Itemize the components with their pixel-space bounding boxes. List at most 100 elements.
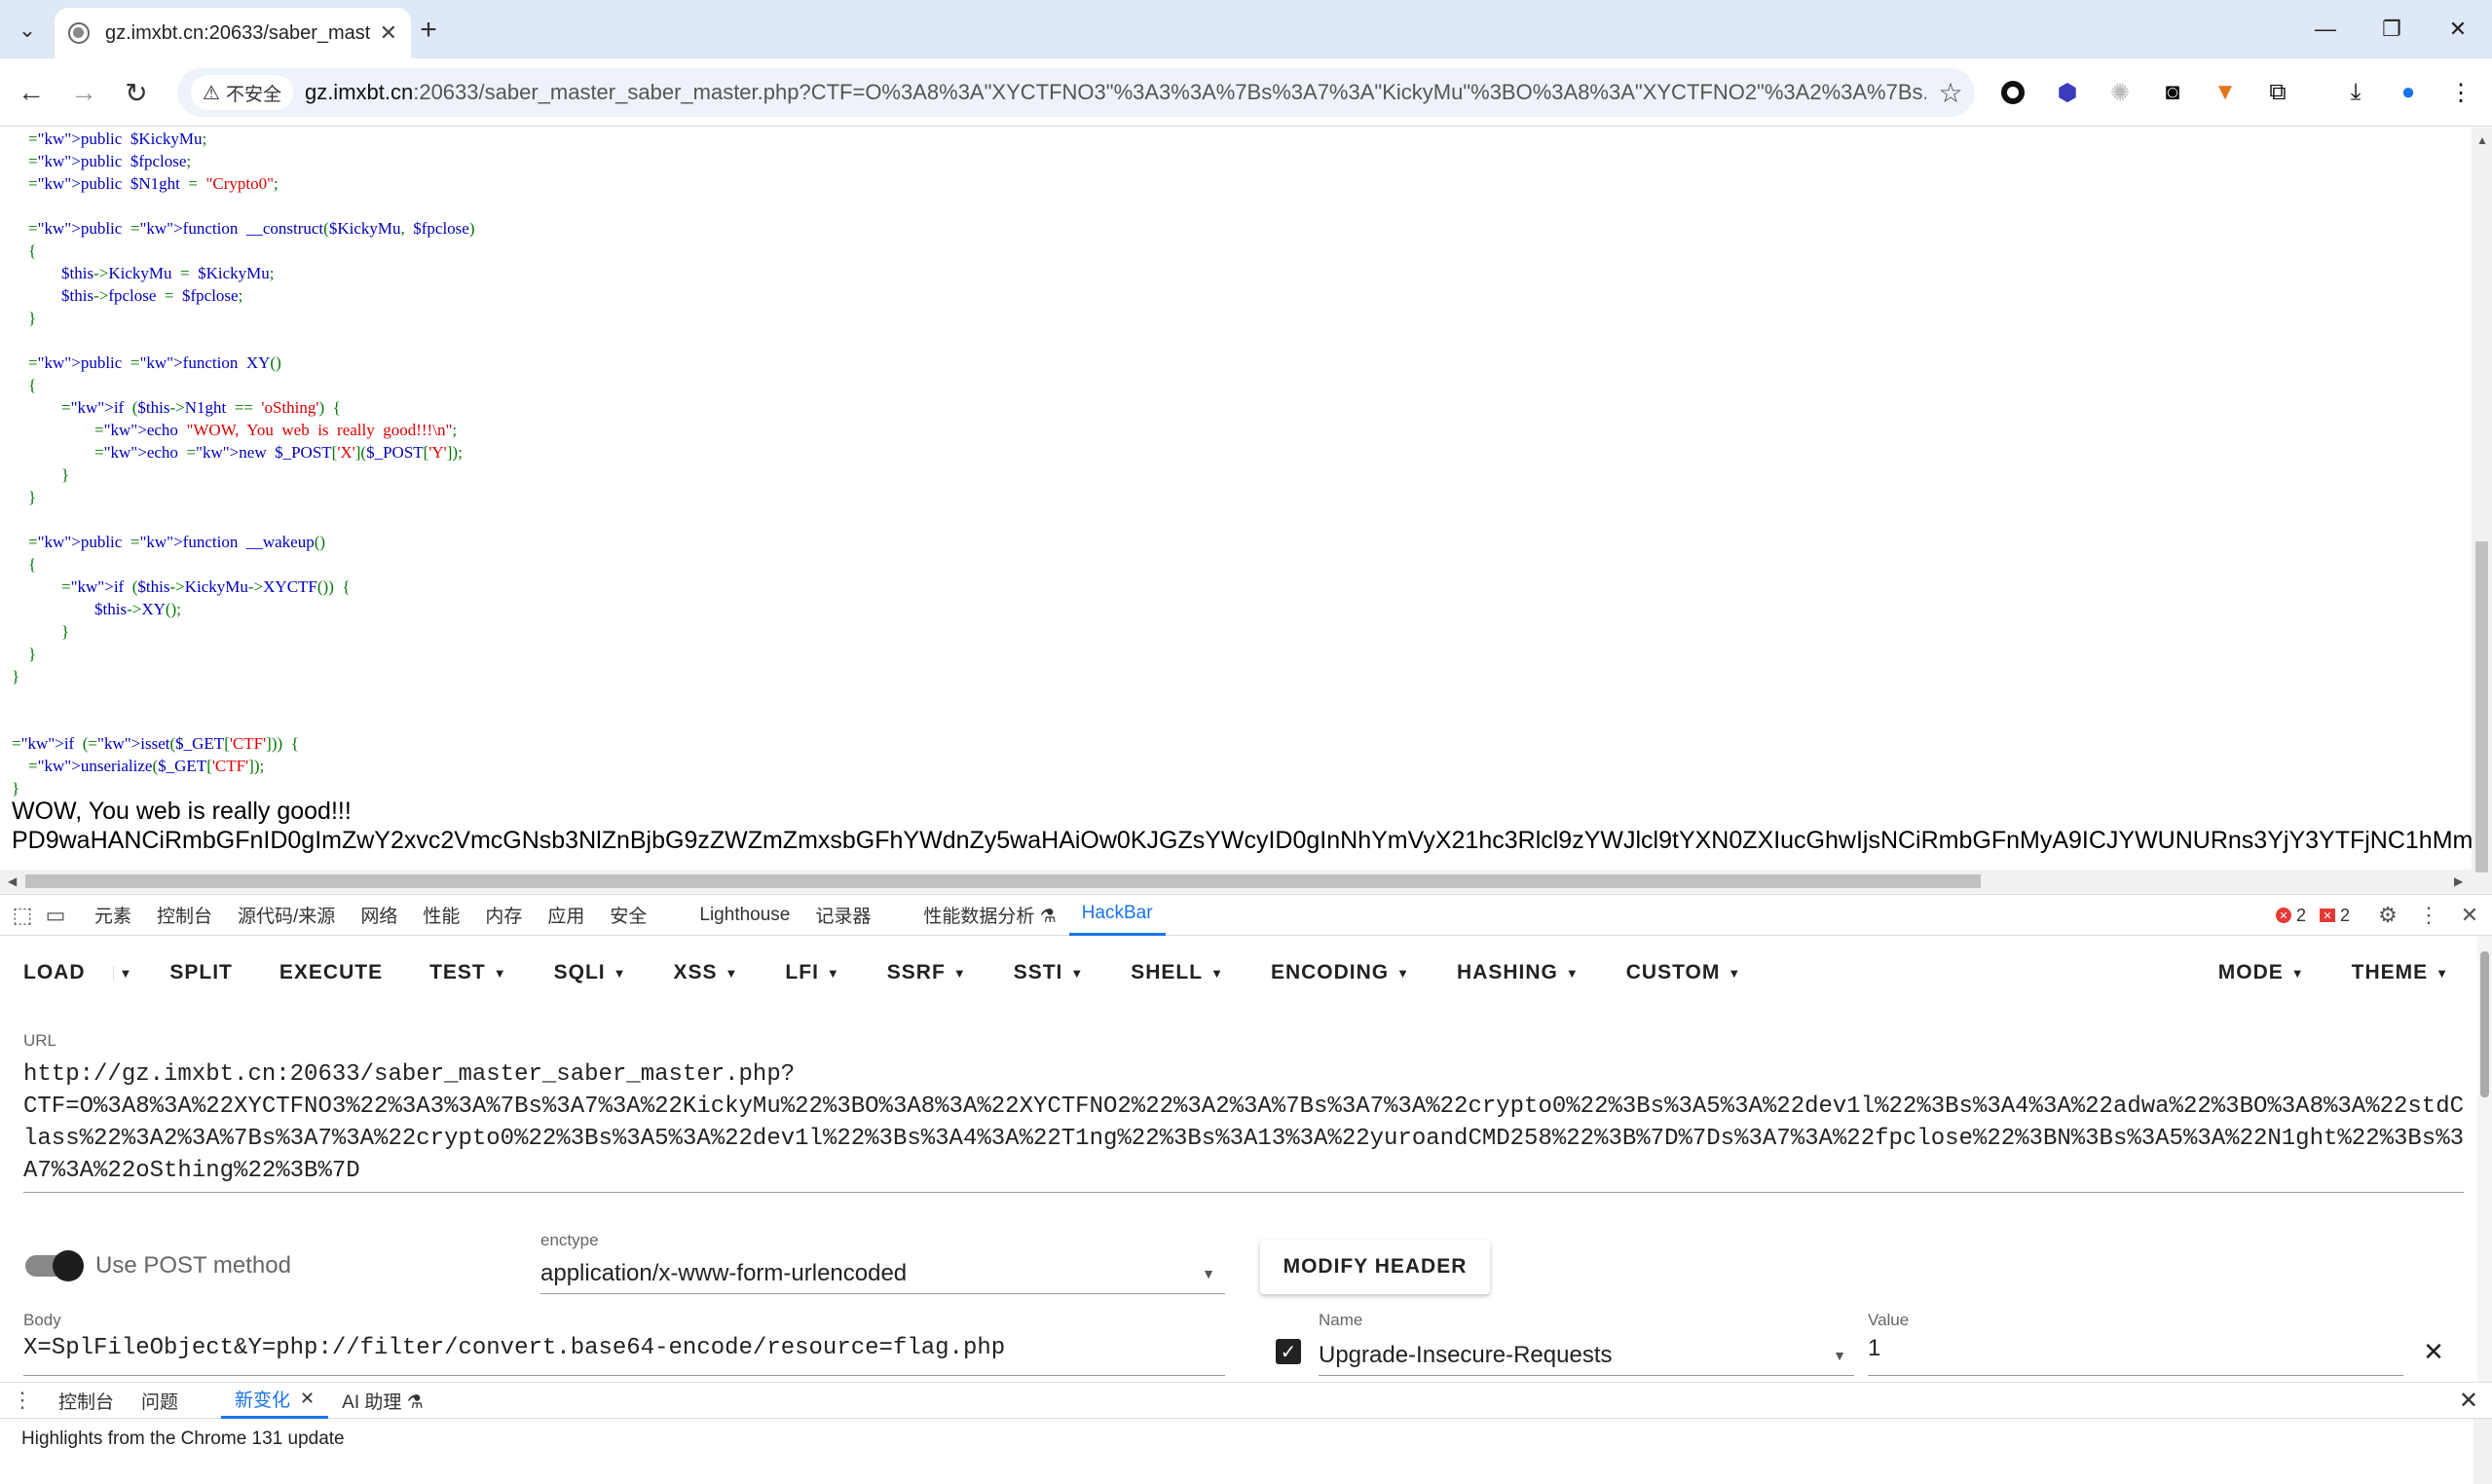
devtools-close-icon[interactable]: ✕ (2453, 899, 2486, 932)
hackbar-menu-label: HASHING (1457, 961, 1558, 983)
hackbar-load-button[interactable]: LOAD ▼ (0, 961, 146, 984)
devtools-tab-9[interactable]: 记录器 (802, 895, 883, 936)
devtools-tab-8[interactable]: Lighthouse (687, 895, 802, 936)
url-text[interactable]: gz.imxbt.cn:20633/saber_master_saber_mas… (305, 80, 1926, 105)
hackbar-execute-button[interactable]: EXECUTE (256, 961, 406, 984)
tab-close-icon[interactable]: ✕ (380, 20, 397, 46)
hackbar-menu-label: SQLI (553, 961, 606, 983)
drawer-tab-0[interactable]: 控制台 (45, 1382, 128, 1419)
security-label: 不安全 (225, 84, 281, 105)
bookmark-star-icon[interactable]: ☆ (1926, 77, 1975, 109)
header-name-select[interactable]: Upgrade-Insecure-Requests ▼ (1319, 1335, 1854, 1376)
issue-count: 2 (2339, 905, 2350, 925)
devtools-status-area: ✕ 2 ✕ 2 ⚙ ⋮ ✕ (2275, 895, 2492, 936)
modify-header-button[interactable]: MODIFY HEADER (1260, 1240, 1490, 1294)
code-line: { (28, 376, 37, 394)
download-icon[interactable]: ⤓ (2339, 76, 2372, 109)
code-line: ="kw">public ="kw">function __construct(… (28, 219, 475, 238)
issue-count-badge[interactable]: ✕ 2 (2319, 905, 2350, 926)
drawer-close-icon[interactable]: ✕ (2459, 1387, 2478, 1415)
devtools-tab-6[interactable]: 应用 (535, 895, 597, 936)
reload-icon[interactable]: ↻ (117, 73, 156, 112)
extension-circle-icon[interactable] (1996, 76, 2029, 109)
scroll-left-arrow-icon[interactable]: ◀ (8, 874, 17, 888)
devtools-tab-hackbar[interactable]: HackBar (1068, 895, 1166, 936)
chevron-down-icon: ▼ (1833, 1347, 1846, 1363)
security-chip[interactable]: ⚠ 不安全 (191, 75, 293, 110)
post-body-input[interactable]: X=SplFileObject&Y=php://filter/convert.b… (23, 1335, 1225, 1376)
remove-header-close-icon[interactable]: ✕ (2419, 1337, 2448, 1366)
minimize-icon[interactable]: — (2296, 10, 2355, 49)
window-close-icon[interactable]: ✕ (2429, 10, 2487, 49)
browser-tab-active[interactable]: gz.imxbt.cn:20633/saber_master ✕ (55, 8, 411, 58)
code-line: $this->XY(); (12, 600, 181, 618)
back-arrow-icon[interactable]: ← (12, 73, 51, 112)
header-value-input[interactable]: 1 (1868, 1335, 2403, 1376)
hackbar-test-button[interactable]: TEST ▼ (406, 961, 531, 984)
maximize-icon[interactable]: ❐ (2362, 10, 2421, 49)
hackbar-url-input[interactable]: http://gz.imxbt.cn:20633/saber_master_sa… (23, 1058, 2464, 1193)
hackbar-encoding-button[interactable]: ENCODING ▼ (1247, 961, 1433, 984)
device-toolbar-icon[interactable]: ▭ (39, 899, 72, 932)
hackbar-hashing-button[interactable]: HASHING ▼ (1433, 961, 1603, 984)
address-bar[interactable]: ⚠ 不安全 gz.imxbt.cn:20633/saber_master_sab… (177, 68, 1975, 117)
settings-gear-icon[interactable]: ⚙ (2371, 899, 2404, 932)
drawer-tab-label: 控制台 (58, 1391, 115, 1413)
devtools-tab-5[interactable]: 内存 (472, 895, 535, 936)
devtools-tab-10[interactable]: 性能数据分析 ⚗ (911, 895, 1068, 936)
devtools-tab-3[interactable]: 网络 (348, 895, 410, 936)
hackbar-sqli-button[interactable]: SQLI ▼ (531, 961, 651, 984)
devtools-tab-1[interactable]: 控制台 (144, 895, 225, 936)
horizontal-scroll-thumb[interactable] (25, 874, 1981, 888)
profile-avatar-icon[interactable]: ● (2392, 76, 2425, 109)
new-tab-plus-icon[interactable]: + (409, 12, 448, 49)
drawer-tab-2[interactable]: 新变化 ✕ (221, 1382, 329, 1419)
post-method-toggle[interactable] (25, 1250, 84, 1281)
page-horizontal-scrollbar[interactable]: ◀ ▶ (0, 870, 2472, 893)
devtools-tab-2[interactable]: 源代码/来源 (225, 895, 348, 936)
issue-flag-icon: ✕ (2319, 909, 2335, 922)
devtools-more-icon[interactable]: ⋮ (2412, 899, 2445, 932)
drawer-menu-icon[interactable]: ⋮ (6, 1384, 39, 1417)
extensions-puzzle-icon[interactable]: ⧉ (2261, 76, 2294, 109)
devtools-tab-4[interactable]: 性能 (410, 895, 472, 936)
hackbar-xss-button[interactable]: XSS ▼ (651, 961, 762, 984)
hackbar-ssti-button[interactable]: SSTI ▼ (990, 961, 1108, 984)
hackbar-menu-label: SPLIT (169, 961, 233, 983)
scroll-up-arrow-icon[interactable]: ▲ (2476, 133, 2488, 147)
page-vertical-scrollbar[interactable]: ▲ (2472, 128, 2492, 893)
hackbar-scroll-thumb[interactable] (2480, 951, 2489, 1097)
error-count-badge[interactable]: ✕ 2 (2275, 906, 2306, 926)
devtools-tab-7[interactable]: 安全 (597, 895, 659, 936)
drawer-scrollbar[interactable] (2473, 1419, 2492, 1484)
extension-shield-badge-icon[interactable]: ⬢ (2051, 76, 2084, 109)
vertical-scroll-thumb[interactable] (2475, 541, 2488, 872)
hackbar-custom-button[interactable]: CUSTOM ▼ (1603, 961, 1766, 984)
hackbar-lfi-button[interactable]: LFI ▼ (762, 961, 863, 984)
chevron-down-icon: ▼ (1728, 965, 1742, 981)
more-menu-icon[interactable]: ⋮ (2444, 76, 2477, 109)
load-options-chevron-icon[interactable]: ▼ (112, 965, 133, 981)
forward-arrow-icon[interactable]: → (64, 73, 103, 112)
enctype-select[interactable]: application/x-www-form-urlencoded ▼ (540, 1253, 1225, 1294)
close-tab-icon[interactable]: ✕ (300, 1389, 315, 1409)
devtools-tab-0[interactable]: 元素 (82, 895, 144, 936)
extension-gear-icon[interactable]: ✺ (2103, 76, 2137, 109)
metamask-fox-icon[interactable]: ▼ (2209, 76, 2242, 109)
hackbar-ssrf-button[interactable]: SSRF ▼ (864, 961, 990, 984)
drawer-tab-1[interactable]: 问题 (128, 1382, 192, 1419)
hackbar-split-button[interactable]: SPLIT (146, 961, 256, 984)
hackbar-theme-button[interactable]: THEME ▼ (2328, 961, 2473, 984)
inspect-element-icon[interactable]: ⬚ (6, 899, 39, 932)
scroll-right-arrow-icon[interactable]: ▶ (2454, 874, 2463, 888)
tab-search-chevron-icon[interactable]: ⌄ (10, 13, 45, 48)
hackbar-menu-label: SSRF (886, 961, 946, 983)
hackbar-shell-button[interactable]: SHELL ▼ (1107, 961, 1247, 984)
header-enabled-checkbox[interactable]: ✓ (1276, 1339, 1301, 1364)
hackbar-mode-button[interactable]: MODE ▼ (2195, 961, 2328, 984)
drawer-tab-3[interactable]: AI 助理 ⚗ (328, 1382, 437, 1419)
extension-glasses-icon[interactable]: ◙ (2156, 76, 2189, 109)
hackbar-scrollbar[interactable] (2477, 936, 2492, 1384)
code-line: ="kw">public $N1ght = "Crypto0"; (28, 174, 279, 193)
